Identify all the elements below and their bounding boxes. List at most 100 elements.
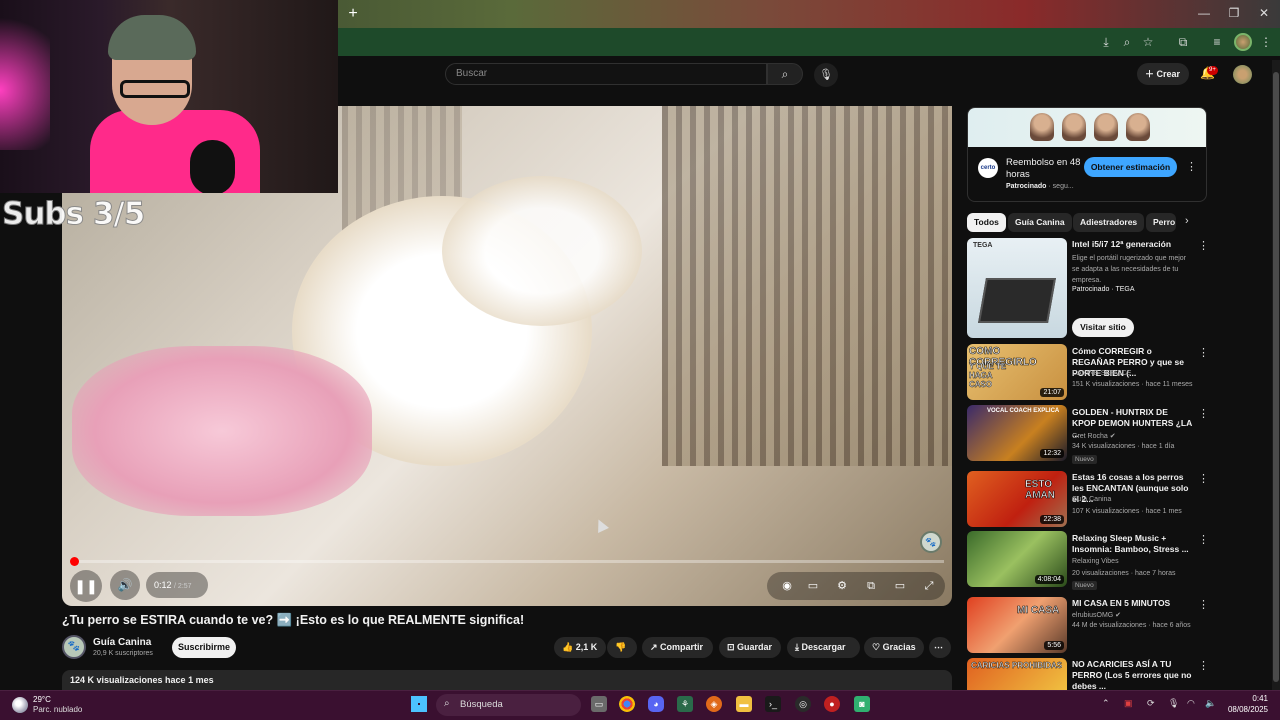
download-button[interactable]: ⤓ Descargar: [787, 637, 860, 658]
search-input[interactable]: Buscar: [445, 63, 767, 85]
tray-app-icon[interactable]: ▣: [1124, 698, 1133, 709]
like-count: 2,1 K: [575, 642, 598, 652]
rec-thumbnail[interactable]: MI CASA 5:56: [967, 597, 1067, 653]
new-tab-button[interactable]: +: [345, 6, 361, 22]
rec-title[interactable]: NO ACARICIES ASÍ A TU PERRO (Los 5 error…: [1072, 659, 1194, 690]
taskbar-search-box[interactable]: Búsqueda: [436, 694, 581, 716]
scrollbar-thumb[interactable]: [1273, 72, 1279, 682]
chevron-right-icon[interactable]: ›: [1185, 215, 1189, 227]
rec-channel[interactable]: CANINE-SERVICE: [1072, 370, 1131, 377]
ad-cta-button[interactable]: Obtener estimación: [1084, 157, 1177, 177]
tray-chevron-up-icon[interactable]: ⌃: [1102, 698, 1110, 709]
search-button[interactable]: ⌕: [767, 63, 803, 85]
more-vert-icon[interactable]: ⋮: [1198, 346, 1209, 359]
settings-gear-icon[interactable]: ⚙: [835, 579, 849, 593]
rec-thumbnail[interactable]: COMO CORREGIRLO Y QUE TE HAGA CASO 21:07: [967, 344, 1067, 400]
weather-cloud-icon[interactable]: [12, 697, 28, 713]
obs-icon[interactable]: ◎: [795, 696, 811, 712]
voice-search-button[interactable]: 🎙: [814, 63, 838, 87]
app-icon[interactable]: ⚘: [677, 696, 693, 712]
description-box[interactable]: 124 K visualizaciones hace 1 mes: [62, 670, 952, 692]
chip-adiestradores[interactable]: Adiestradores: [1073, 213, 1145, 232]
clock-date[interactable]: 08/08/2025: [1226, 705, 1268, 714]
wifi-icon[interactable]: ◠: [1187, 698, 1195, 709]
maximize-button[interactable]: ❐: [1226, 6, 1242, 22]
chip-all[interactable]: Todos: [967, 213, 1006, 232]
theater-mode-icon[interactable]: ▭: [893, 579, 907, 593]
channel-watermark[interactable]: 🐾: [920, 531, 942, 553]
autoplay-toggle[interactable]: ◉: [780, 579, 794, 593]
thanks-button[interactable]: ♡ Gracias: [864, 637, 924, 658]
chat-app-icon[interactable]: ◙: [854, 696, 870, 712]
miniplayer-icon[interactable]: ⧉: [864, 579, 878, 593]
rec-channel[interactable]: Guía Canina: [1072, 496, 1111, 503]
recording-app-icon[interactable]: ●: [824, 696, 840, 712]
share-button[interactable]: ↗ Compartir: [642, 637, 713, 658]
create-button[interactable]: ＋ Crear: [1137, 63, 1189, 85]
video-title: ¿Tu perro se ESTIRA cuando te ve? ➡️ ¡Es…: [62, 613, 525, 627]
rec-thumbnail[interactable]: ESTO AMAN 22:38: [967, 471, 1067, 527]
weather-description[interactable]: Parc. nublado: [33, 705, 82, 714]
visit-site-button[interactable]: Visitar sitio: [1072, 318, 1134, 337]
save-button[interactable]: ⊡ Guardar: [719, 637, 781, 658]
video-duration: 5:56: [1044, 641, 1064, 650]
subtitles-icon[interactable]: ▭: [806, 579, 820, 593]
speaker-icon[interactable]: 🔈: [1205, 698, 1216, 709]
fullscreen-icon[interactable]: ⤢: [922, 579, 936, 593]
pause-button[interactable]: ❚❚: [70, 570, 102, 602]
chrome-icon[interactable]: [619, 696, 635, 712]
more-vert-icon[interactable]: ⋮: [1198, 239, 1209, 252]
more-vert-icon[interactable]: ⋮: [1198, 533, 1209, 546]
rec-title[interactable]: Intel i5/i7 12ª generación: [1072, 239, 1194, 250]
more-vert-icon[interactable]: ⋮: [1198, 472, 1209, 485]
pause-icon: ❚❚: [74, 578, 98, 594]
microphone-tray-icon[interactable]: 🎙: [1168, 698, 1179, 709]
minimize-button[interactable]: —: [1196, 6, 1212, 22]
rec-title[interactable]: Relaxing Sleep Music + Insomnia: Bamboo,…: [1072, 533, 1194, 555]
file-explorer-icon[interactable]: ▬: [736, 696, 752, 712]
terminal-icon[interactable]: ›_: [765, 696, 781, 712]
subscribe-button[interactable]: Suscribirme: [172, 637, 236, 658]
progress-scrubber[interactable]: [70, 557, 79, 566]
thumbs-down-icon: 👎: [615, 642, 627, 652]
tray-sync-icon[interactable]: ⟳: [1147, 698, 1155, 709]
rec-thumbnail[interactable]: CARICIAS PROHIBIDAS: [967, 658, 1067, 690]
account-avatar[interactable]: [1233, 65, 1252, 84]
chip-guia-canina[interactable]: Guía Canina: [1008, 213, 1072, 232]
channel-avatar[interactable]: 🐾: [62, 635, 86, 659]
more-vert-icon[interactable]: ⋮: [1198, 598, 1209, 611]
extensions-icon[interactable]: ⧉: [1175, 34, 1191, 50]
ad-more-icon[interactable]: ⋮: [1186, 160, 1197, 173]
clock-time[interactable]: 0:41: [1226, 694, 1268, 703]
chip-perro[interactable]: Perro: [1146, 213, 1176, 232]
zoom-icon[interactable]: ⌕: [1119, 34, 1135, 50]
rec-channel[interactable]: Gret Rocha ✔: [1072, 432, 1116, 440]
sponsored-ad-card[interactable]: certo Reembolso en 48 horas Patrocinado …: [967, 107, 1207, 202]
more-vert-icon[interactable]: ⋮: [1198, 659, 1209, 672]
browser-alt-icon[interactable]: ◈: [706, 696, 722, 712]
rec-thumbnail[interactable]: 4:08:04: [967, 531, 1067, 587]
rec-thumbnail[interactable]: TEGA: [967, 238, 1067, 338]
dislike-button[interactable]: 👎: [607, 637, 637, 658]
install-app-icon[interactable]: ⤓: [1098, 34, 1114, 50]
rec-title[interactable]: MI CASA EN 5 MINUTOS: [1072, 598, 1194, 609]
discord-icon[interactable]: ◕: [648, 696, 664, 712]
rec-thumbnail[interactable]: VOCAL COACH EXPLICA 12:32: [967, 405, 1067, 461]
progress-bar[interactable]: [74, 560, 944, 563]
browser-profile-avatar[interactable]: [1234, 33, 1252, 51]
bookmark-star-icon[interactable]: ☆: [1140, 34, 1156, 50]
channel-name[interactable]: Guía Canina: [93, 637, 151, 648]
like-button[interactable]: 👍 2,1 K: [554, 637, 606, 658]
windows-start-icon[interactable]: [411, 696, 427, 712]
volume-button[interactable]: 🔊: [110, 570, 140, 600]
more-vert-icon[interactable]: ⋮: [1198, 407, 1209, 420]
rec-channel[interactable]: elrubiusOMG ✔: [1072, 611, 1121, 619]
task-view-icon[interactable]: ▭: [591, 696, 607, 712]
close-window-button[interactable]: ✕: [1256, 6, 1272, 22]
address-bar[interactable]: [338, 28, 1280, 56]
weather-temperature[interactable]: 29°C: [33, 695, 51, 704]
browser-menu-icon[interactable]: ⋮: [1258, 34, 1274, 50]
rec-channel[interactable]: Relaxing Vibes: [1072, 558, 1119, 565]
more-actions-button[interactable]: ⋯: [929, 637, 951, 658]
media-control-icon[interactable]: ≡: [1209, 34, 1225, 50]
